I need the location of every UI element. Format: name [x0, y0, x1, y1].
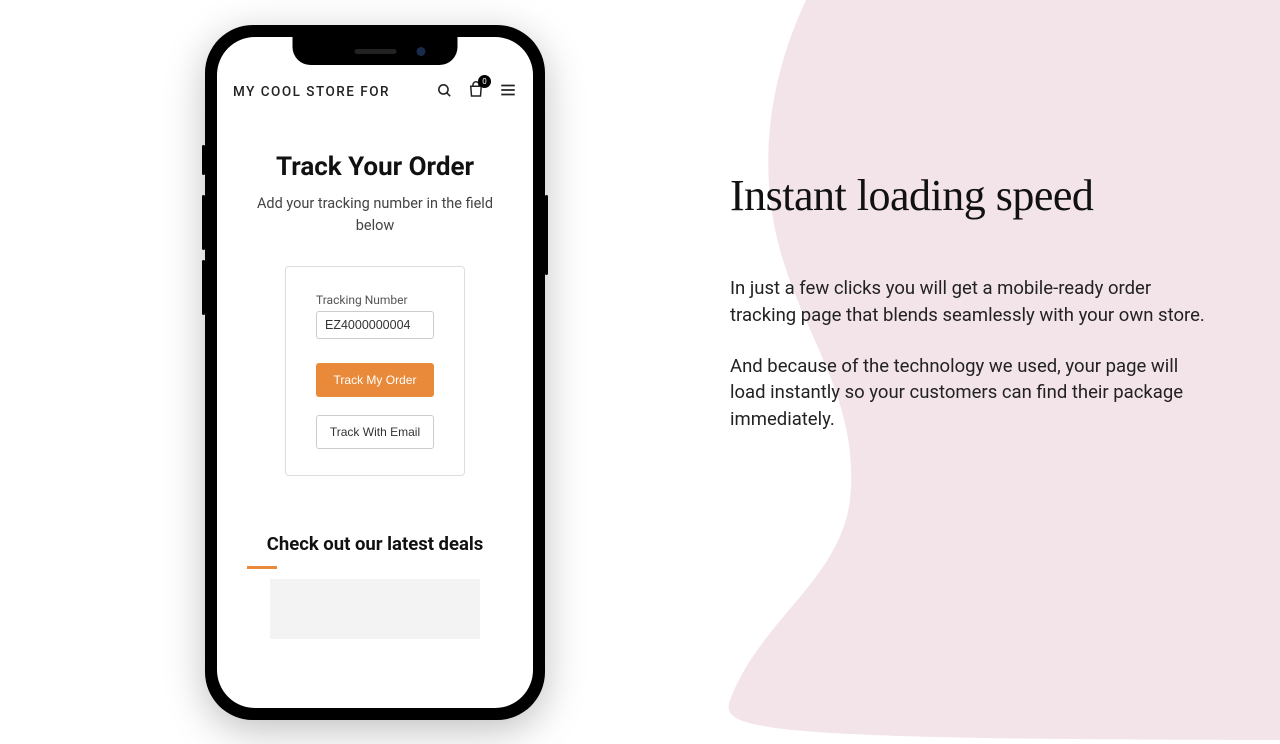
search-icon[interactable]: [436, 82, 453, 103]
page-subtitle: Add your tracking number in the field be…: [241, 193, 509, 237]
cart-icon[interactable]: 0: [467, 81, 485, 103]
track-order-button[interactable]: Track My Order: [316, 363, 434, 397]
tracking-number-label: Tracking Number: [316, 293, 434, 307]
menu-icon[interactable]: [499, 81, 517, 103]
phone-mockup: MY COOL STORE FOR 0: [205, 25, 545, 720]
deals-heading: Check out our latest deals: [241, 532, 509, 556]
marketing-para-1: In just a few clicks you will get a mobi…: [730, 275, 1210, 329]
marketing-headline: Instant loading speed: [730, 170, 1210, 221]
phone-notch: [293, 37, 458, 65]
store-name: MY COOL STORE FOR: [233, 84, 390, 100]
tracking-number-input[interactable]: [316, 311, 434, 339]
tracking-card: Tracking Number Track My Order Track Wit…: [285, 266, 465, 476]
app-header: MY COOL STORE FOR 0: [217, 75, 533, 113]
track-with-email-button[interactable]: Track With Email: [316, 415, 434, 449]
cart-badge: 0: [478, 75, 491, 88]
marketing-copy: Instant loading speed In just a few clic…: [730, 170, 1210, 433]
deals-underline: [247, 566, 277, 569]
marketing-para-2: And because of the technology we used, y…: [730, 353, 1210, 433]
deals-placeholder: [270, 579, 480, 639]
page-title: Track Your Order: [241, 153, 509, 183]
